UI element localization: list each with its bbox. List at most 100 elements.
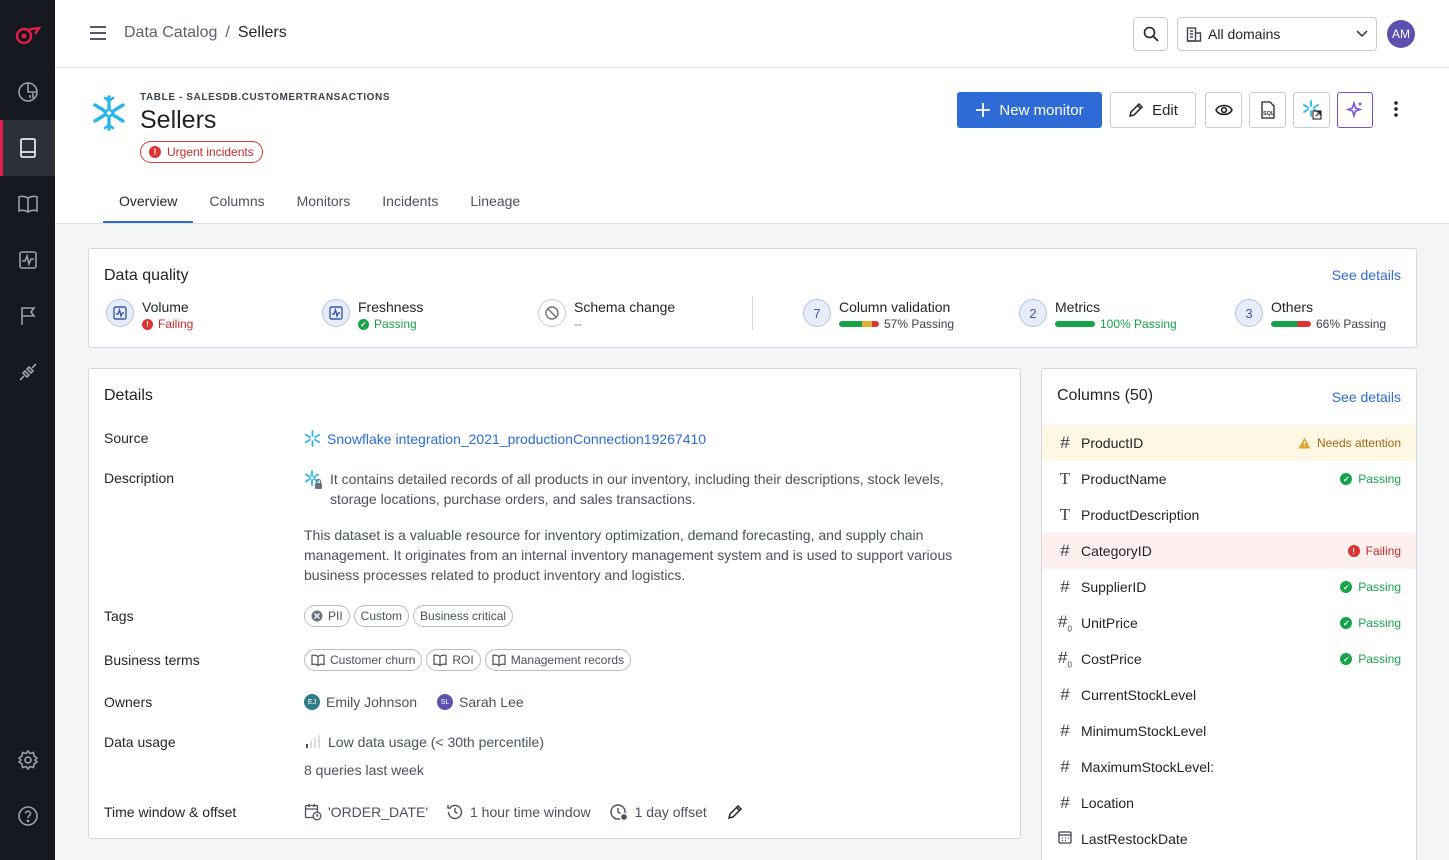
- owner-name[interactable]: Sarah Lee: [459, 694, 524, 710]
- book-icon: [311, 654, 325, 666]
- tag-custom[interactable]: Custom: [353, 605, 410, 627]
- new-monitor-button[interactable]: New monitor: [957, 92, 1102, 128]
- plus-icon: [976, 103, 991, 117]
- incidents-flag-icon[interactable]: [0, 294, 55, 338]
- dq-freshness-status: Passing: [374, 317, 417, 331]
- description-label: Description: [104, 470, 175, 486]
- column-name: SupplierID: [1081, 579, 1147, 595]
- column-row[interactable]: # SupplierID ✓ Passing: [1042, 569, 1416, 605]
- breadcrumb-root[interactable]: Data Catalog: [124, 24, 217, 41]
- ai-assistant-button[interactable]: [1337, 92, 1373, 128]
- owner-name[interactable]: Emily Johnson: [326, 694, 417, 710]
- watch-button[interactable]: [1205, 92, 1242, 128]
- column-row[interactable]: # MinimumStockLevel: [1042, 713, 1416, 749]
- number-type-icon: #: [1060, 577, 1070, 596]
- column-row[interactable]: # MaximumStockLevel:: [1042, 749, 1416, 785]
- menu-hamburger-icon[interactable]: [89, 25, 107, 46]
- dq-freshness[interactable]: Freshness ✓ Passing: [322, 299, 423, 331]
- column-status-label: Needs attention: [1316, 436, 1401, 450]
- top-bar: Data Catalog / Sellers All domains AM: [55, 0, 1449, 68]
- column-row[interactable]: # CurrentStockLevel: [1042, 677, 1416, 713]
- freshness-chart-icon: [322, 299, 350, 327]
- dq-column-validation-bar: [839, 321, 879, 327]
- domain-select[interactable]: All domains: [1177, 17, 1377, 51]
- column-row[interactable]: #0 UnitPrice ✓ Passing: [1042, 605, 1416, 641]
- dq-metrics-status: 100% Passing: [1100, 317, 1177, 331]
- dq-schema-change[interactable]: Schema change --: [538, 299, 675, 331]
- passing-check-icon: ✓: [1340, 617, 1353, 629]
- eye-icon: [1214, 104, 1233, 116]
- user-avatar[interactable]: AM: [1387, 20, 1415, 48]
- column-row[interactable]: #0 CostPrice ✓ Passing: [1042, 641, 1416, 677]
- snowflake-icon: [90, 94, 128, 137]
- term-customer-churn[interactable]: Customer churn: [304, 649, 423, 671]
- tag-pii[interactable]: PII: [304, 605, 350, 627]
- column-name: ProductID: [1081, 435, 1144, 451]
- tab-lineage[interactable]: Lineage: [454, 191, 536, 223]
- column-status-label: Passing: [1358, 472, 1401, 486]
- data-quality-card: Data quality See details Volume ! Failing…: [88, 248, 1417, 348]
- alert-icon: !: [149, 146, 161, 158]
- snowflake-external-icon: [1302, 100, 1322, 120]
- analytics-icon[interactable]: [0, 70, 55, 114]
- owners-list: EJ Emily Johnson SL Sarah Lee: [304, 694, 524, 710]
- tab-columns[interactable]: Columns: [193, 191, 280, 223]
- data-quality-see-details-link[interactable]: See details: [1332, 267, 1401, 283]
- integrations-plug-icon[interactable]: [0, 350, 55, 394]
- app-logo-icon[interactable]: [0, 13, 55, 57]
- dq-column-validation[interactable]: 7 Column validation 57% Passing: [803, 299, 954, 331]
- number-type-icon: #: [1060, 721, 1070, 740]
- edit-button[interactable]: Edit: [1110, 92, 1196, 128]
- term-roi[interactable]: ROI: [426, 649, 481, 671]
- sql-button[interactable]: SQL: [1249, 92, 1286, 128]
- glossary-book-icon[interactable]: [0, 182, 55, 226]
- tab-monitors[interactable]: Monitors: [281, 191, 367, 223]
- source-value[interactable]: Snowflake integration_2021_productionCon…: [304, 430, 706, 447]
- data-quality-title: Data quality: [104, 267, 189, 284]
- divider: [752, 296, 753, 330]
- term-management-records[interactable]: Management records: [484, 649, 632, 671]
- urgent-incidents-badge[interactable]: ! Urgent incidents: [140, 141, 263, 163]
- dq-others-status: 66% Passing: [1316, 317, 1387, 331]
- search-button[interactable]: [1133, 17, 1168, 51]
- source-link[interactable]: Snowflake integration_2021_productionCon…: [327, 431, 706, 447]
- column-row[interactable]: T ProductDescription: [1042, 497, 1416, 533]
- entity-header: TABLE - SALESDB.CUSTOMERTRANSACTIONS Sel…: [55, 68, 1449, 224]
- open-in-snowflake-button[interactable]: [1293, 92, 1330, 128]
- volume-chart-icon: [106, 299, 134, 327]
- column-status-label: Passing: [1358, 616, 1401, 630]
- column-row[interactable]: T ProductName ✓ Passing: [1042, 461, 1416, 497]
- tab-incidents[interactable]: Incidents: [366, 191, 454, 223]
- breadcrumb: Data Catalog / Sellers: [124, 24, 287, 42]
- tag-pii-label: PII: [328, 609, 343, 623]
- column-name: ProductDescription: [1081, 507, 1200, 523]
- columns-card: Columns (50) See details # ProductID Needs…: [1041, 368, 1417, 860]
- catalog-icon[interactable]: [0, 120, 55, 176]
- domain-select-value: All domains: [1208, 26, 1281, 42]
- column-status-label: Passing: [1358, 652, 1401, 666]
- column-status: ✓ Passing: [1340, 580, 1401, 594]
- column-row[interactable]: LastRestockDate: [1042, 821, 1416, 857]
- help-icon[interactable]: [0, 794, 55, 838]
- dq-others[interactable]: 3 Others 66% Passing: [1235, 299, 1386, 331]
- column-name: UnitPrice: [1081, 615, 1138, 631]
- tab-overview[interactable]: Overview: [103, 191, 194, 223]
- tag-business-critical[interactable]: Business critical: [413, 605, 514, 627]
- offset-text: 1 day offset: [634, 804, 707, 820]
- settings-gear-icon[interactable]: [0, 738, 55, 782]
- pencil-icon[interactable]: [727, 804, 743, 820]
- column-row[interactable]: # ProductID Needs attention: [1042, 425, 1416, 461]
- column-name: Location: [1081, 795, 1134, 811]
- monitors-icon[interactable]: [0, 238, 55, 282]
- column-row[interactable]: # Location: [1042, 785, 1416, 821]
- dq-schema-change-label: Schema change: [574, 299, 676, 315]
- queries-link[interactable]: 8 queries last week: [304, 762, 424, 778]
- dq-metrics[interactable]: 2 Metrics 100% Passing: [1019, 299, 1177, 331]
- breadcrumb-separator: /: [225, 24, 230, 41]
- owner-avatar: SL: [437, 694, 454, 710]
- column-row[interactable]: # CategoryID! Failing: [1042, 533, 1416, 569]
- columns-see-details-link[interactable]: See details: [1332, 389, 1401, 405]
- more-options-icon[interactable]: [1393, 100, 1399, 123]
- dq-column-validation-label: Column validation: [839, 299, 951, 315]
- dq-volume[interactable]: Volume ! Failing: [106, 299, 193, 331]
